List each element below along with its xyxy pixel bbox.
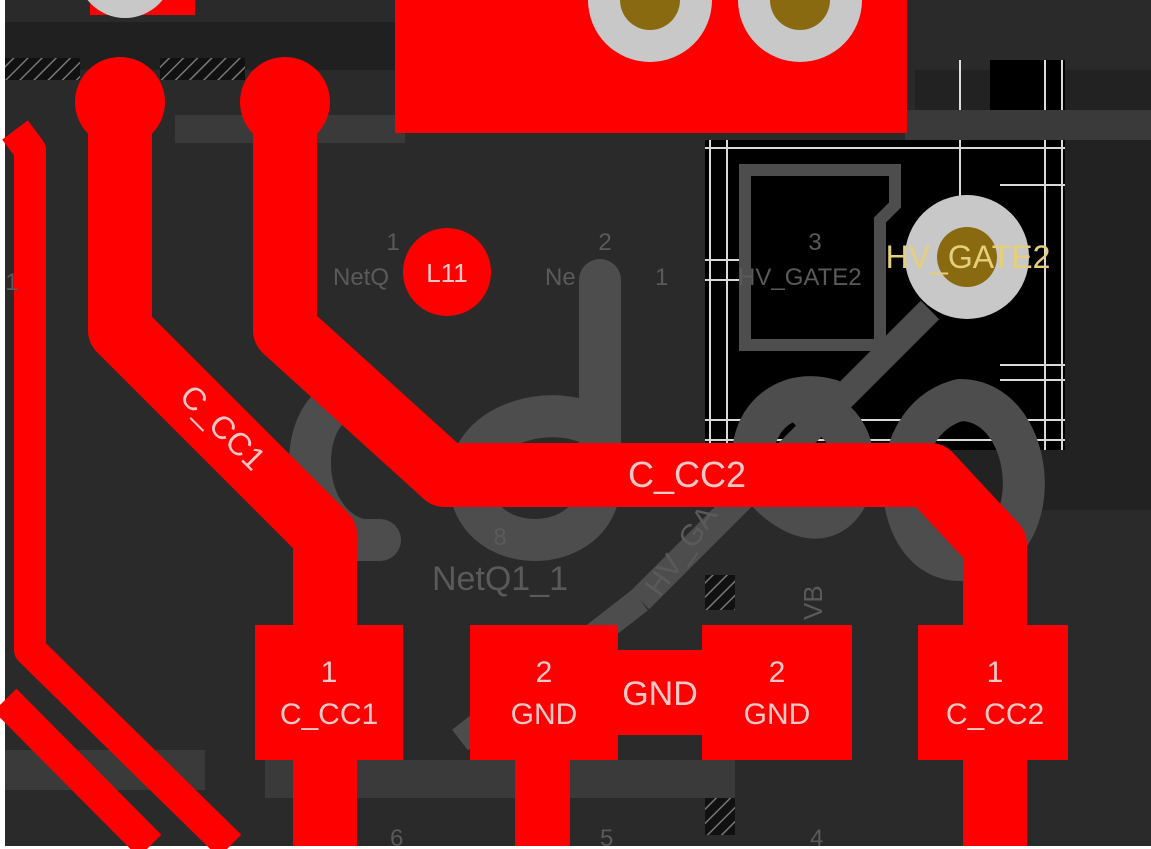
pad-gnd-right-pin: 2 [769, 656, 786, 689]
bottom-fragment-4: 4 [810, 825, 823, 849]
hatched-keepout-1 [5, 58, 80, 80]
silkscreen-right-bar [905, 110, 1151, 140]
pcb-board: 1 2 3 1 NetQ Ne 1 HV_GATE2 8 NetQ1_1 HV_… [0, 0, 1151, 849]
bottom-fragment-6: 6 [390, 825, 403, 849]
pad-gnd-left[interactable] [470, 625, 618, 760]
net-netq-mid-a: Ne [545, 264, 576, 291]
net-netq-mid-b: 1 [655, 264, 668, 291]
pad-gnd-left-net: GND [511, 698, 578, 731]
bottom-fragment-5: 5 [600, 825, 613, 849]
pad-c-cc2-pin: 1 [987, 656, 1004, 689]
pin-number-2: 2 [598, 229, 611, 256]
label-trace-c-cc2: C_CC2 [628, 454, 746, 495]
pin-number-1: 1 [386, 229, 399, 256]
pad-c-cc1-net: C_CC1 [280, 698, 378, 731]
hatched-keepout-3 [705, 575, 735, 610]
net-vbus-vertical: VB [798, 585, 828, 620]
net-netq1-1: NetQ1_1 [432, 560, 568, 598]
pin-number-left-edge: 1 [5, 269, 18, 296]
net-netq-left: NetQ [333, 264, 389, 291]
label-hv-gate2-via: HV_GATE2 [886, 239, 1051, 275]
pad-c-cc2[interactable] [918, 625, 1068, 760]
pad-c-cc1-pin: 1 [321, 656, 338, 689]
pad-c-cc2-net: C_CC2 [946, 698, 1044, 731]
label-trace-gnd: GND [622, 675, 698, 713]
pad-gnd-right[interactable] [702, 625, 852, 760]
pad-gnd-left-pin: 2 [536, 656, 553, 689]
net-hv-gate2-outline: HV_GATE2 [738, 264, 862, 291]
pad-c-cc1[interactable] [255, 625, 403, 760]
pin-number-8: 8 [493, 524, 506, 551]
pcb-layout-view: 1 2 3 1 NetQ Ne 1 HV_GATE2 8 NetQ1_1 HV_… [0, 0, 1151, 849]
hatched-keepout-2 [160, 58, 245, 80]
pin-number-3: 3 [808, 229, 821, 256]
designator-l11: L11 [426, 258, 467, 288]
pad-gnd-right-net: GND [744, 698, 811, 731]
